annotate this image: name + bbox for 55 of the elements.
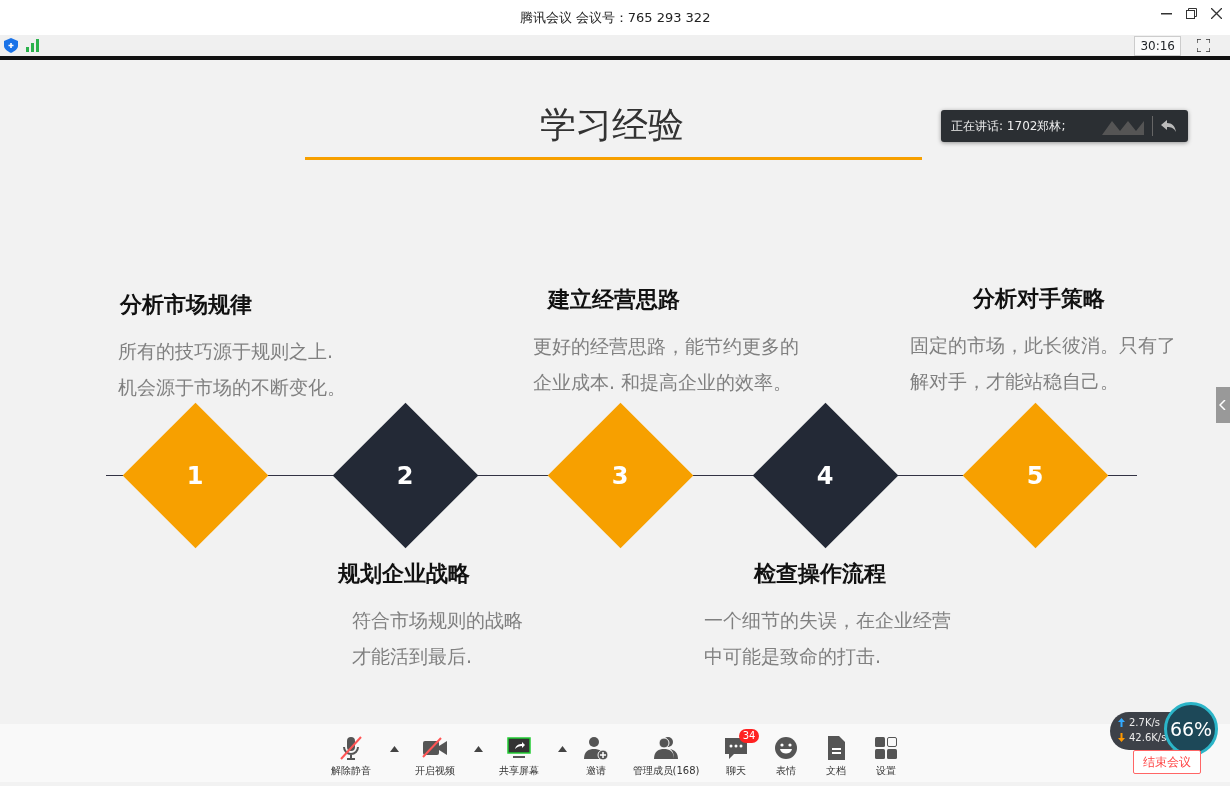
close-icon[interactable] [1211,8,1222,19]
speaker-label: 正在讲话: 1702郑林; [951,118,1066,135]
grid-icon [873,734,900,761]
download-speed: 42.6K/s [1129,731,1167,745]
toolbar-button[interactable]: 设置 [863,728,910,778]
step-title: 规划企业战略 [338,560,471,588]
toolbar-button[interactable]: 表情 [763,728,810,778]
chevron-left-icon [1219,400,1227,410]
reply-icon[interactable] [1161,120,1176,132]
step-number: 2 [397,460,414,492]
step-number: 3 [612,460,629,492]
toolbar-button[interactable]: 开启视频 [404,728,465,778]
step-description-line: 符合市场规则的战略 [352,608,523,633]
step-description-line: 机会源于市场的不断变化。 [118,375,346,400]
step-description-line: 更好的经营思路，能节约更多的 [533,334,799,359]
restore-icon[interactable] [1186,8,1197,19]
step-title: 建立经营思路 [548,286,681,314]
meeting-timer: 30:16 [1134,35,1181,56]
step-title: 分析对手策略 [973,285,1106,313]
step-description-line: 企业成本. 和提高企业的效率。 [533,370,794,395]
add-person-icon [582,734,609,761]
step-description-line: 中可能是致命的打击. [704,644,883,669]
caret-icon [558,745,568,752]
step-description-line: 所有的技巧源于规则之上. [118,339,335,364]
step-title: 检查操作流程 [754,560,887,588]
unread-badge: 34 [738,728,760,743]
minimize-icon[interactable] [1161,12,1172,15]
toolbar-button[interactable]: 管理成员(168) [622,728,710,778]
step-number: 5 [1027,460,1044,492]
step-description-line: 固定的市场，此长彼消。只有了 [910,333,1176,358]
toolbar-button[interactable]: 聊天 34 [713,728,760,778]
window-title: 腾讯会议 会议号：765 293 322 [519,8,711,27]
step-description-line: 才能活到最后. [352,644,474,669]
step-number: 1 [187,460,204,492]
caret-icon [390,745,400,752]
fullscreen-icon[interactable] [1197,39,1210,52]
toolbar-button[interactable]: 共享屏幕 [488,728,549,778]
share-screen-icon [505,734,532,761]
toolbar-button[interactable]: 邀请 [572,728,619,778]
download-arrow-icon [1118,733,1125,742]
muted-microphone-icon [337,734,364,761]
caret-icon [474,745,484,752]
step-number: 4 [817,460,834,492]
toolbar-button[interactable]: 解除静音 [320,728,381,778]
upload-speed: 2.7K/s [1129,716,1161,730]
slide-title: 学习经验 [540,103,684,147]
step-description-line: 一个细节的失误，在企业经营 [704,608,951,633]
step-description-line: 解对手，才能站稳自己。 [910,369,1120,394]
end-meeting-button[interactable]: 结束会议 [1133,750,1201,774]
shield-icon[interactable] [4,38,18,53]
step-title: 分析市场规律 [120,291,253,319]
members-icon [653,734,679,761]
toolbar-button[interactable]: 文档 [813,728,860,778]
smiley-icon [773,734,800,761]
upload-arrow-icon [1118,718,1125,727]
